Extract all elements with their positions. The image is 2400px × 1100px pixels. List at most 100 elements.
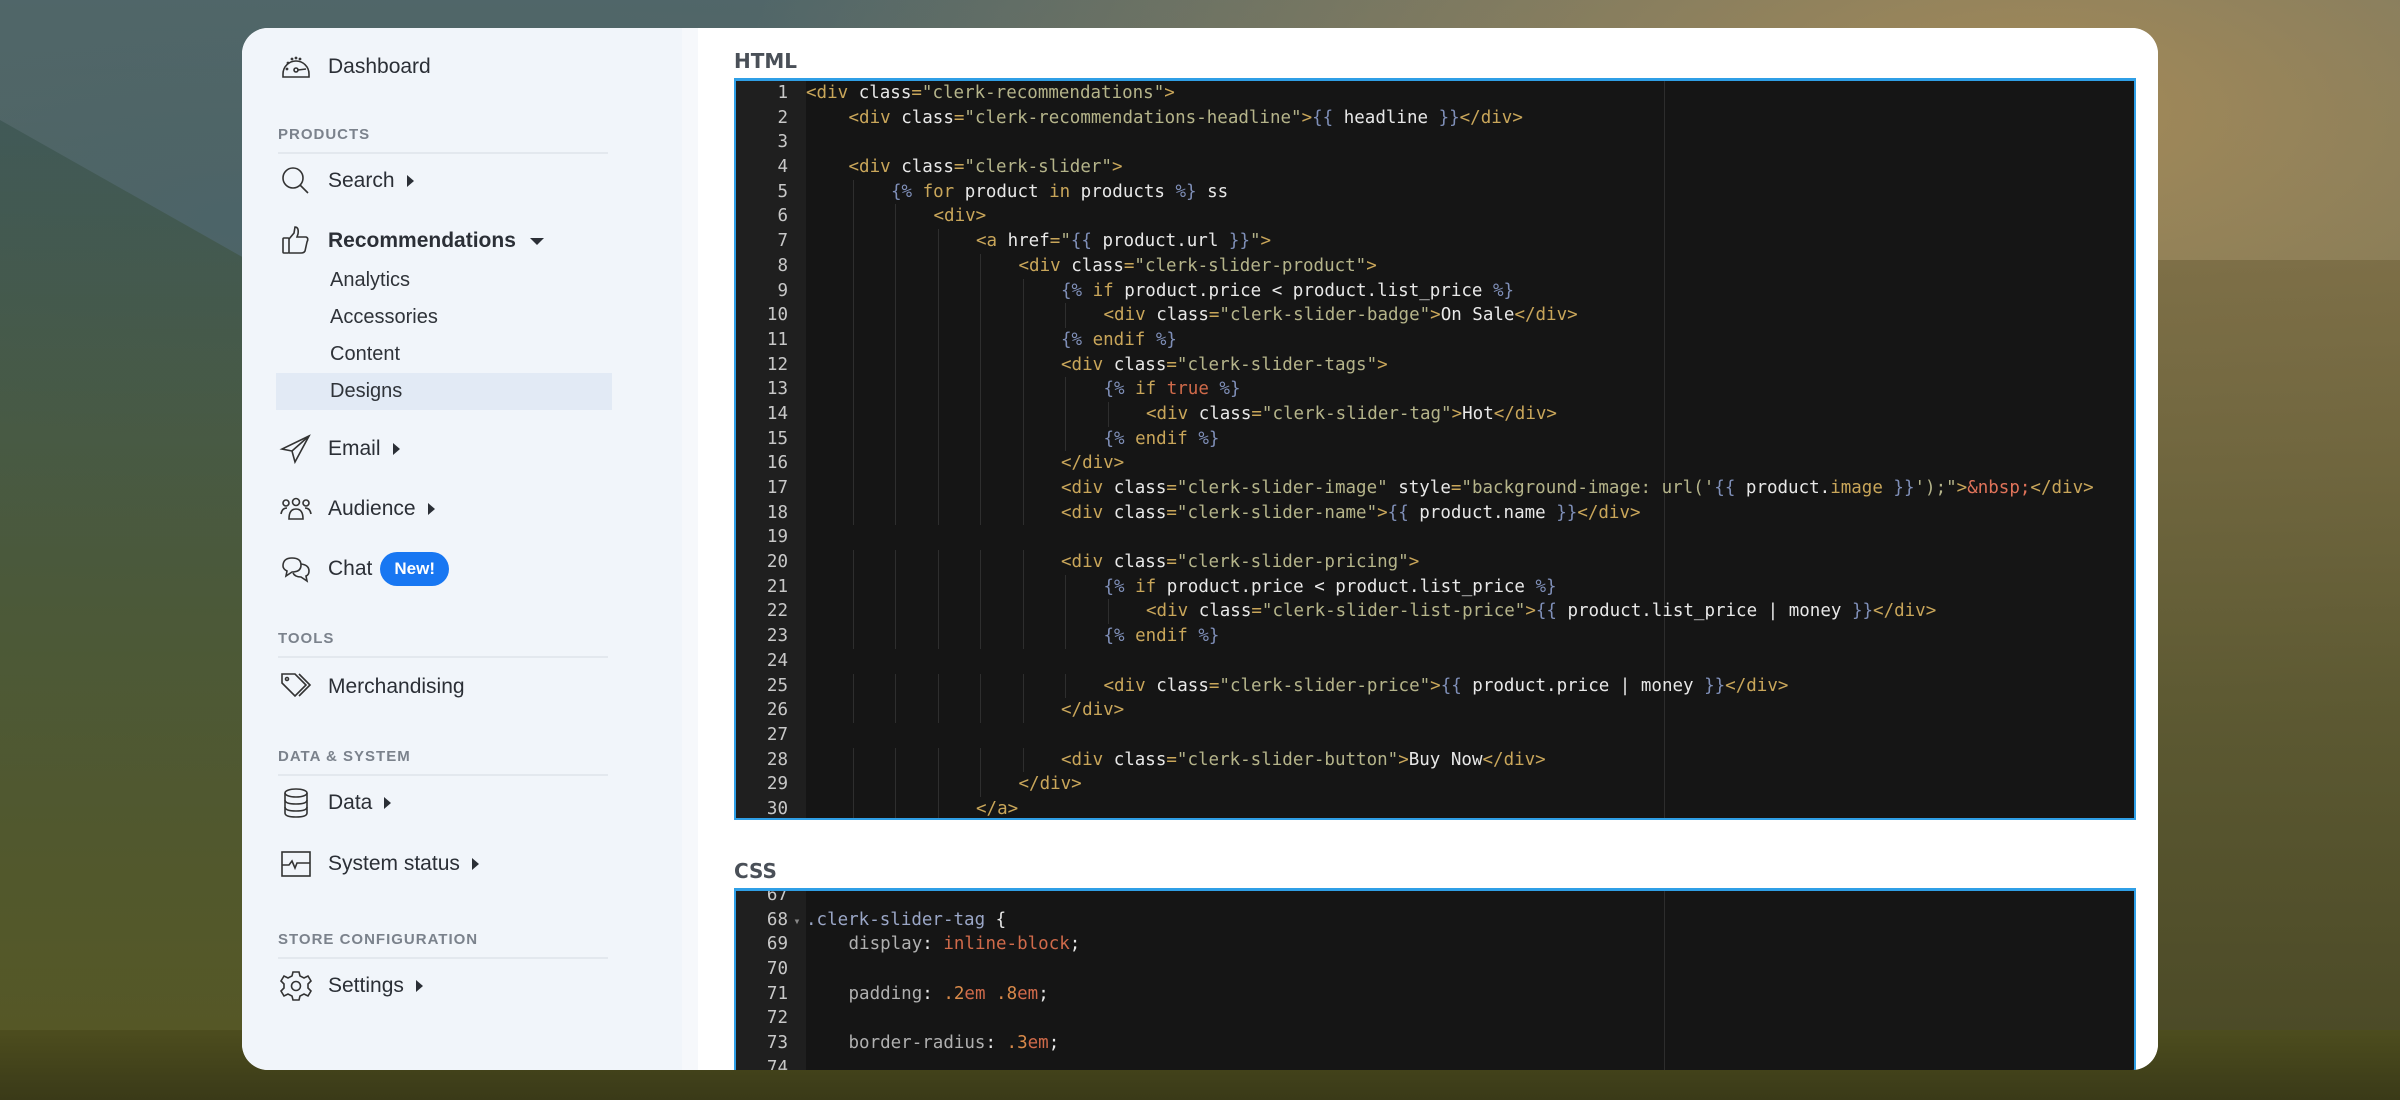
code-line[interactable]: 70 — [736, 957, 2134, 982]
code-line[interactable]: 26 </div> — [736, 698, 2134, 723]
code-line[interactable]: 21 {% if product.price < product.list_pri… — [736, 574, 2134, 600]
indent-guide — [852, 796, 854, 818]
indent-guide — [895, 476, 896, 501]
code-token: > — [1451, 403, 1463, 424]
indent-guide — [937, 377, 939, 402]
code-line[interactable]: 9 {% if product.price < product.list_pric… — [736, 278, 2134, 304]
indent-guide — [895, 772, 896, 797]
code-line[interactable]: 68 ▾ .clerk-slider-tag { — [736, 908, 2134, 933]
code-token: = — [1049, 231, 1061, 252]
code-token: <div> — [933, 206, 987, 227]
code-token: class — [1113, 552, 1167, 573]
code-text: <div class="clerk-slider"> — [806, 155, 1123, 180]
css-code-editor[interactable]: 67 68 ▾ .clerk-slider-tag {69 display: inlin… — [734, 888, 2136, 1070]
indent-guide — [980, 327, 981, 353]
indent-guide — [980, 624, 981, 649]
indent-guide — [1065, 624, 1066, 649]
code-line[interactable]: 8 <div class="clerk-slider-product"> — [736, 253, 2134, 279]
thumbs-up-icon — [278, 223, 314, 259]
indent-guide — [937, 574, 939, 600]
new-badge: New! — [380, 552, 449, 586]
code-token: = — [1166, 552, 1177, 573]
sidebar-item-data[interactable]: Data — [278, 782, 682, 824]
code-line[interactable]: 12 <div class="clerk-slider-tags"> — [736, 352, 2134, 378]
code-line[interactable]: 22 <div class="clerk-slider-list-price">{… — [736, 599, 2134, 625]
sidebar-item-chat[interactable]: Chat New! — [278, 548, 682, 590]
code-token: > — [1377, 354, 1388, 375]
sidebar-item-recommendations[interactable]: Recommendations — [278, 220, 682, 262]
code-token: %} — [1198, 428, 1220, 449]
code-line[interactable]: 5 {% for product in products %} ss — [736, 179, 2134, 205]
indent-guide — [852, 278, 854, 304]
sidebar-subitem-analytics[interactable]: Analytics — [276, 262, 612, 299]
code-line[interactable]: 16 </div> — [736, 451, 2134, 476]
code-token: <div — [806, 83, 859, 103]
code-line[interactable]: 19 — [736, 525, 2134, 550]
code-token: = — [1208, 305, 1220, 326]
line-number: 24 — [766, 650, 788, 671]
indent-guide — [895, 377, 896, 402]
code-line[interactable]: 4 <div class="clerk-slider"> — [736, 155, 2134, 180]
code-token: "clerk-slider-name" — [1176, 502, 1378, 523]
sidebar-subitem-content[interactable]: Content — [276, 336, 612, 373]
sidebar-item-system-status[interactable]: System status — [278, 843, 682, 885]
indent-guide — [895, 698, 896, 723]
code-line[interactable]: 69 display: inline-block; — [736, 932, 2134, 957]
indent-guide — [852, 229, 854, 254]
code-line[interactable]: 6 <div> — [736, 204, 2134, 230]
line-number: 8 — [777, 255, 788, 276]
code-line[interactable]: 27 — [736, 723, 2134, 748]
indent-guide — [937, 401, 939, 427]
code-lines: 67 68 ▾ .clerk-slider-tag {69 display: inlin… — [736, 891, 2134, 1070]
code-line[interactable]: 13 {% if true %} — [736, 377, 2134, 402]
code-line[interactable]: 74 — [736, 1056, 2134, 1070]
code-token: {% — [1061, 329, 1093, 350]
code-line[interactable]: 24 — [736, 649, 2134, 674]
sidebar-item-email[interactable]: Email — [278, 428, 682, 470]
line-number: 14 — [766, 403, 788, 424]
code-text: <div class="clerk-recommendations"> — [806, 81, 1175, 106]
code-line[interactable]: 20 <div class="clerk-slider-pricing"> — [736, 550, 2134, 575]
code-line[interactable]: 7 <a href="{{ product.url }}"> — [736, 229, 2134, 254]
indent-guide — [980, 599, 981, 625]
sidebar-item-audience[interactable]: Audience — [278, 488, 682, 530]
indent-guide — [895, 426, 896, 452]
code-line[interactable]: 18 <div class="clerk-slider-name">{{ prod… — [736, 500, 2134, 526]
code-line[interactable]: 28 <div class="clerk-slider-button">Buy N… — [736, 747, 2134, 773]
code-line[interactable]: 2 <div class="clerk-recommendations-headl… — [736, 106, 2134, 131]
code-token: {% — [1103, 626, 1136, 647]
code-line[interactable]: 17 <div class="clerk-slider-image" style=… — [736, 476, 2134, 501]
html-code-editor[interactable]: 1 <div class="clerk-recommendations"> 2 <di… — [734, 78, 2136, 820]
sidebar-item-dashboard[interactable]: Dashboard — [278, 46, 682, 88]
line-number: 15 — [766, 428, 788, 449]
sidebar-item-merchandising[interactable]: Merchandising — [278, 666, 682, 708]
code-line[interactable]: 73 border-radius: .3em; — [736, 1031, 2134, 1056]
code-token: product.price < product.list_price — [1166, 576, 1536, 597]
code-line[interactable]: 67 — [736, 891, 2134, 908]
code-line[interactable]: 1 <div class="clerk-recommendations"> — [736, 81, 2134, 106]
code-token: <div — [1103, 305, 1157, 326]
sidebar-item-search[interactable]: Search — [278, 160, 682, 202]
code-line[interactable]: 3 — [736, 130, 2134, 155]
code-line[interactable]: 72 — [736, 1006, 2134, 1031]
code-token: <a — [976, 231, 1008, 252]
code-line[interactable]: 14 <div class="clerk-slider-tag">Hot</div… — [736, 401, 2134, 427]
code-line[interactable]: 30 </a> — [736, 796, 2134, 818]
sidebar-subitem-accessories[interactable]: Accessories — [276, 299, 612, 336]
sidebar-item-label: Data — [328, 791, 373, 814]
indent-guide — [1065, 426, 1066, 452]
code-token: " — [1249, 231, 1261, 252]
code-line[interactable]: 23 {% endif %} — [736, 624, 2134, 649]
code-line[interactable]: 10 <div class="clerk-slider-badge">On Sal… — [736, 303, 2134, 328]
fold-toggle-icon[interactable]: ▾ — [788, 909, 806, 934]
code-token: display — [848, 934, 923, 955]
sidebar-subitem-designs[interactable]: Designs — [276, 373, 612, 410]
sidebar-item-settings[interactable]: Settings — [278, 965, 682, 1007]
code-line[interactable]: 71 padding: .2em .8em; — [736, 982, 2134, 1007]
code-line[interactable]: 25 <div class="clerk-slider-price">{{ pro… — [736, 673, 2134, 699]
code-line[interactable]: 11 {% endif %} — [736, 327, 2134, 353]
code-token: %} — [1492, 280, 1515, 301]
code-line[interactable]: 29 </div> — [736, 772, 2134, 797]
code-line[interactable]: 15 {% endif %} — [736, 426, 2134, 452]
code-token: class — [1156, 305, 1209, 326]
